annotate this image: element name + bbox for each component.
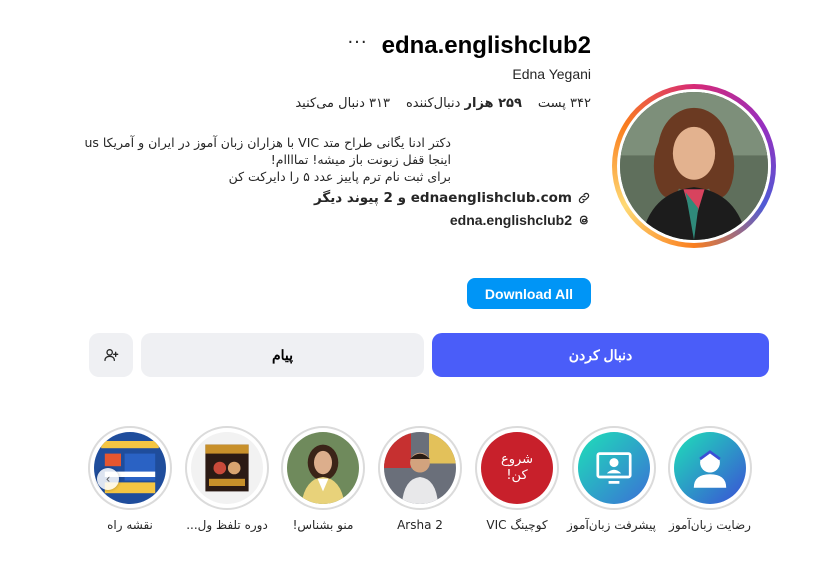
- followers-count[interactable]: ۲۵۹ هزار دنبال‌کننده: [406, 96, 522, 111]
- profile-avatar-ring[interactable]: [612, 84, 776, 248]
- highlight-label: پیشرفت زبان‌آموز: [567, 518, 656, 532]
- more-options-icon[interactable]: ···: [347, 34, 367, 58]
- highlight-label: منو بشناس!: [292, 518, 354, 532]
- avatar: [620, 92, 768, 240]
- link-text: ednaenglishclub.com و 2 پیوند دیگر: [313, 190, 572, 206]
- profile-bio: دکتر ادنا یگانی طراح متد VIC با هزاران ز…: [84, 134, 451, 185]
- threads-link[interactable]: edna.englishclub2: [450, 212, 591, 228]
- highlight-label: رضایت زبان‌آموز: [669, 518, 751, 532]
- start-badge-icon: شروع کن!: [481, 432, 553, 504]
- monitor-user-icon: [578, 432, 650, 504]
- follow-button[interactable]: دنبال کردن: [432, 333, 769, 377]
- threads-handle: edna.englishclub2: [449, 212, 572, 228]
- highlight-item[interactable]: منو بشناس!: [281, 426, 365, 532]
- badge-text: شروع کن!: [500, 452, 534, 483]
- highlight-label: نقشه راه: [107, 518, 153, 532]
- highlight-label: دوره تلفظ ول...: [186, 518, 268, 532]
- followers-suffix: دنبال‌کننده: [405, 96, 461, 111]
- profile-username: edna.englishclub2: [381, 32, 591, 59]
- username-row: ··· edna.englishclub2: [347, 32, 591, 60]
- profile-links[interactable]: ednaenglishclub.com و 2 پیوند دیگر: [314, 190, 591, 206]
- student-avatar-icon: [674, 432, 746, 504]
- link-icon: [577, 191, 591, 205]
- highlight-item[interactable]: دوره تلفظ ول...: [185, 426, 269, 532]
- highlight-item[interactable]: پیشرفت زبان‌آموز: [567, 426, 656, 532]
- following-count[interactable]: ۳۱۳ دنبال می‌کنید: [295, 96, 390, 111]
- chevron-left-icon[interactable]: ‹: [97, 468, 119, 490]
- story-highlights: رضایت زبان‌آموز پیشرفت زبان‌آموز شروع کن…: [88, 426, 768, 546]
- bio-line: برای ثبت نام ترم پاییز عدد ۵ را دایرکت ک…: [228, 169, 451, 184]
- posts-count: ۳۴۲ پست: [537, 96, 591, 111]
- photo-woman: [287, 432, 359, 504]
- highlight-label: Arsha 2: [397, 518, 443, 532]
- suggest-user-button[interactable]: [89, 333, 133, 377]
- photo-boy: [384, 432, 456, 504]
- highlight-item[interactable]: رضایت زبان‌آموز: [668, 426, 752, 532]
- add-user-icon: [104, 349, 119, 361]
- threads-icon: [577, 213, 591, 227]
- highlight-item[interactable]: Arsha 2: [378, 426, 462, 532]
- profile-full-name: Edna Yegani: [512, 66, 591, 82]
- highlight-label: کوچینگ VIC: [486, 518, 548, 532]
- bio-line: دکتر ادنا یگانی طراح متد VIC با هزاران ز…: [84, 135, 451, 150]
- followers-number: ۲۵۹ هزار: [464, 96, 522, 111]
- profile-stats: ۳۴۲ پست ۲۵۹ هزار دنبال‌کننده ۳۱۳ دنبال م…: [295, 96, 591, 111]
- course-box: [191, 432, 263, 504]
- download-all-button[interactable]: Download All: [467, 278, 591, 309]
- message-button[interactable]: پیام: [141, 333, 424, 377]
- highlight-item[interactable]: شروع کن! کوچینگ VIC: [475, 426, 559, 532]
- bio-line: اینجا قفل زبونت باز میشه! تماااام!: [270, 152, 451, 167]
